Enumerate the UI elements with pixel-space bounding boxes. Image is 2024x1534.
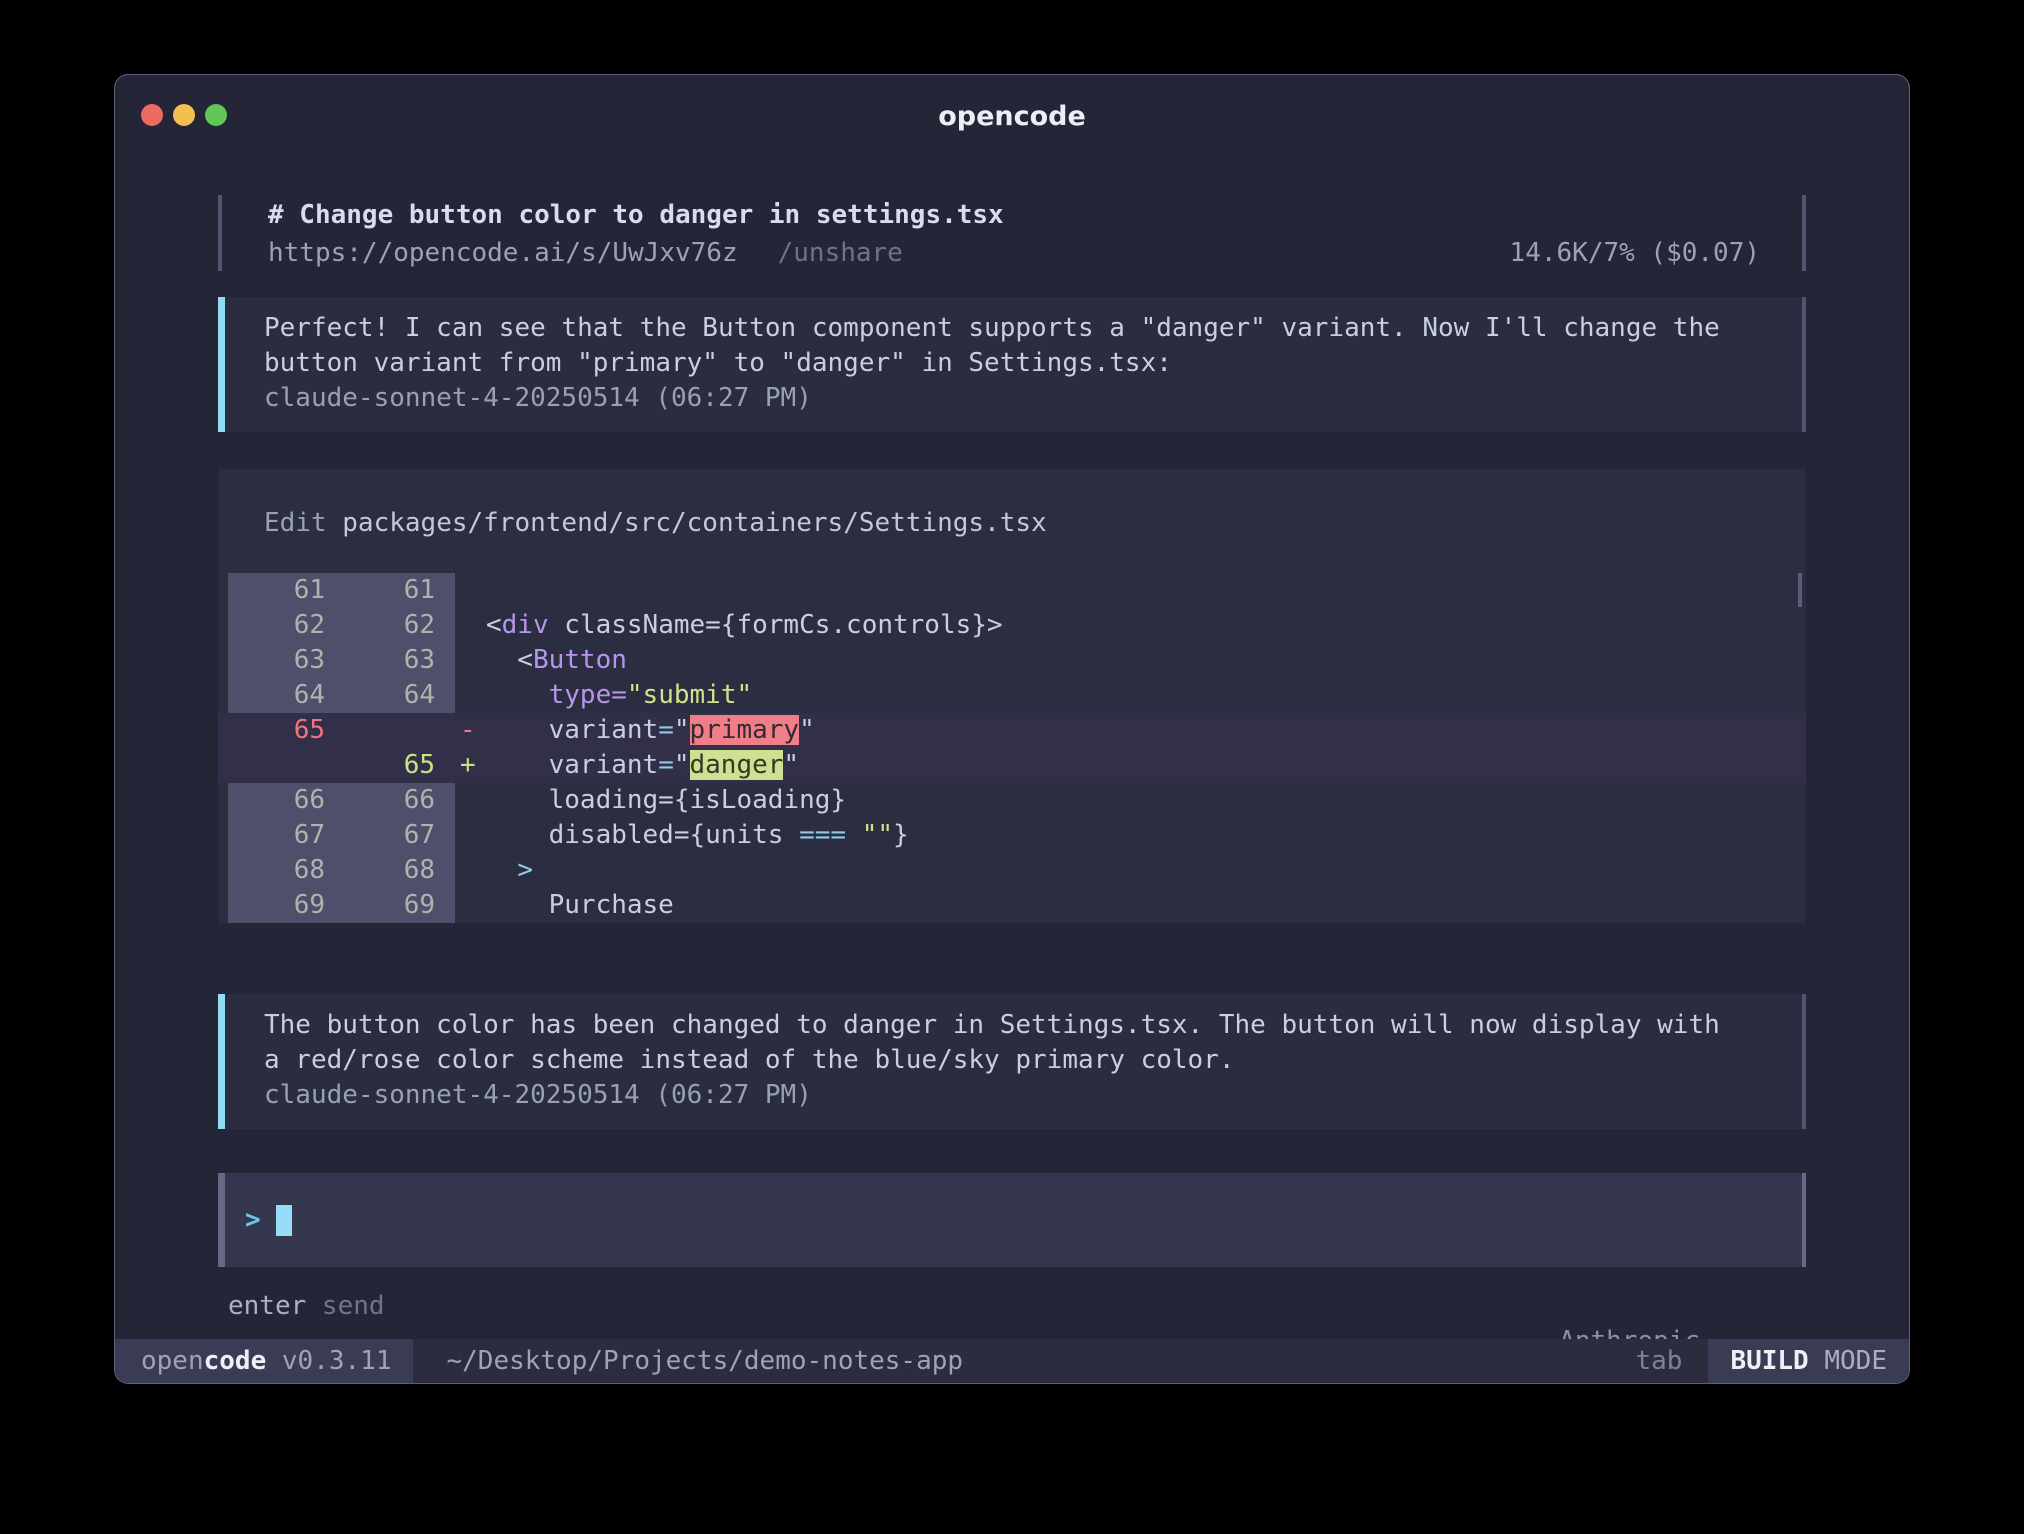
diff-scrollbar-thumb[interactable] <box>1798 573 1802 607</box>
diff-row: 6868 > <box>218 853 1806 888</box>
diff-row: 65+ variant="danger" <box>218 748 1806 783</box>
session-header: # Change button color to danger in setti… <box>218 195 1806 271</box>
share-url[interactable]: https://opencode.ai/s/UwJxv76z <box>268 235 738 271</box>
app-name-open: open <box>141 1346 204 1376</box>
assistant-message-2: The button color has been changed to dan… <box>218 994 1806 1129</box>
diff-row: 6464 type="submit" <box>218 678 1806 713</box>
diff: 61616262<div className={formCs.controls}… <box>218 573 1806 923</box>
hint-bar: enter send Anthropic Claude Sonnet 4 <box>218 1289 1806 1324</box>
assistant-message-1: Perfect! I can see that the Button compo… <box>218 297 1806 432</box>
message-text: The button color has been changed to dan… <box>264 1008 1782 1043</box>
edit-tool-card: Edit packages/frontend/src/containers/Se… <box>218 469 1806 923</box>
text-cursor <box>276 1205 292 1236</box>
message-model-timestamp: claude-sonnet-4-20250514 (06:27 PM) <box>264 1078 1782 1113</box>
mode-indicator: BUILD MODE <box>1708 1339 1909 1383</box>
message-model-timestamp: claude-sonnet-4-20250514 (06:27 PM) <box>264 381 1782 416</box>
diff-row: 6161 <box>218 573 1806 608</box>
diff-row: 6262<div className={formCs.controls}> <box>218 608 1806 643</box>
enter-key-hint: enter <box>228 1289 306 1324</box>
opencode-window: opencode # Change button color to danger… <box>114 74 1910 1384</box>
send-action-hint: send <box>306 1289 384 1324</box>
prompt-symbol: > <box>245 1205 276 1235</box>
edit-tool-verb: Edit <box>264 508 342 538</box>
unshare-command[interactable]: /unshare <box>778 235 903 271</box>
app-version: v0.3.11 <box>266 1346 391 1376</box>
message-text: Perfect! I can see that the Button compo… <box>264 311 1782 346</box>
diff-row: 65- variant="primary" <box>218 713 1806 748</box>
message-text: button variant from "primary" to "danger… <box>264 346 1782 381</box>
diff-row: 6969 Purchase <box>218 888 1806 923</box>
session-title: # Change button color to danger in setti… <box>268 195 1802 235</box>
tab-key-hint: tab <box>1635 1346 1682 1376</box>
prompt-input[interactable]: > <box>218 1173 1806 1267</box>
working-directory: ~/Desktop/Projects/demo-notes-app <box>446 1346 963 1376</box>
app-name-code: code <box>204 1346 267 1376</box>
diff-row: 6767 disabled={units === ""} <box>218 818 1806 853</box>
message-text: a red/rose color scheme instead of the b… <box>264 1043 1782 1078</box>
app-version-segment: opencode v0.3.11 <box>115 1339 413 1383</box>
mode-suffix: MODE <box>1809 1346 1887 1376</box>
window-title: opencode <box>115 101 1909 132</box>
mode-name: BUILD <box>1730 1346 1808 1376</box>
diff-row: 6666 loading={isLoading} <box>218 783 1806 818</box>
status-bar: opencode v0.3.11 ~/Desktop/Projects/demo… <box>115 1339 1909 1383</box>
edit-file-path: packages/frontend/src/containers/Setting… <box>342 508 1046 538</box>
titlebar: opencode <box>115 75 1909 143</box>
diff-row: 6363 <Button <box>218 643 1806 678</box>
edit-tool-header: Edit packages/frontend/src/containers/Se… <box>218 469 1806 541</box>
token-usage: 14.6K/7% ($0.07) <box>1510 235 1760 271</box>
